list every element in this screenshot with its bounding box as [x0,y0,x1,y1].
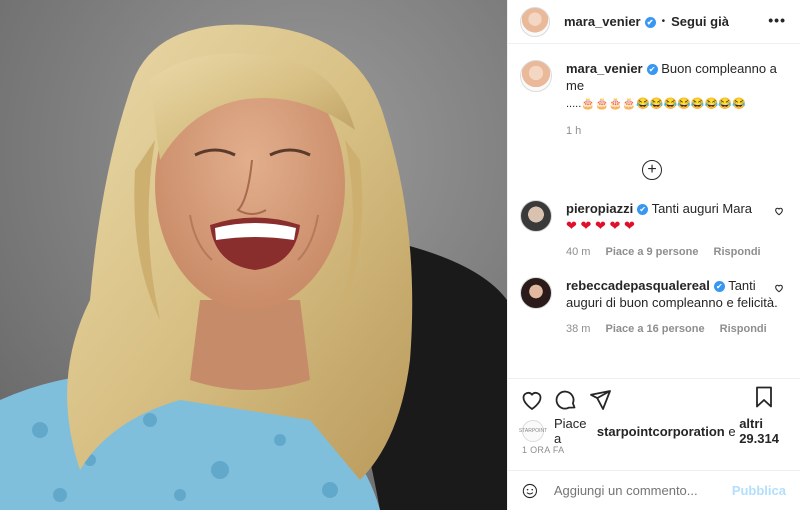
comment-item: rebeccadepasqualereal ✔ Tanti auguri di b… [520,277,784,338]
reply-button[interactable]: Rispondi [720,323,767,335]
comment-time[interactable]: 38 m [566,323,590,335]
liker-avatar[interactable]: STARPOINT [519,420,547,442]
verified-badge-icon: ✔ [646,64,658,75]
comment-text: Tanti auguri Mara [651,201,753,216]
comment-likes[interactable]: Piace a 16 persone [606,323,705,335]
comment-time[interactable]: 40 m [566,246,590,258]
comment-username[interactable]: pieropiazzi [566,201,633,216]
post-side-panel: mara_venier ✔ • Segui già ••• mara_venier… [507,0,800,510]
caption: mara_venier ✔ Buon compleanno a me .....🎂… [520,60,784,140]
share-paper-plane-icon[interactable] [588,388,612,412]
comment-username[interactable]: rebeccadepasqualereal [566,278,710,293]
comment-likes[interactable]: Piace a 9 persone [606,246,699,258]
commenter-avatar[interactable] [520,200,552,232]
likes-summary: STARPOINT Piace a starpointcorporation e… [519,416,800,446]
verified-badge-icon: ✔ [637,204,649,215]
commenter-avatar[interactable] [520,277,552,309]
emoji-smiley-icon[interactable] [522,480,538,502]
bookmark-icon[interactable] [752,385,776,409]
instagram-post: mara_venier ✔ • Segui già ••• mara_venier… [0,0,800,510]
following-button[interactable]: Segui già [671,14,729,29]
publish-button[interactable]: Pubblica [732,483,786,498]
post-photo[interactable] [0,0,507,510]
post-actions [508,378,800,411]
reply-button[interactable]: Rispondi [714,246,761,258]
comments-section: mara_venier ✔ Buon compleanno a me .....🎂… [508,44,800,378]
like-heart-icon[interactable] [520,388,544,412]
comment-input[interactable] [551,482,732,499]
header-separator: • [661,16,666,27]
load-more-comments[interactable]: + [520,160,784,180]
likes-count[interactable]: altri 29.314 [739,416,800,446]
caption-avatar[interactable] [520,60,552,92]
like-comment-heart-icon[interactable] [774,206,784,216]
comment-bubble-icon[interactable] [554,388,578,412]
post-header: mara_venier ✔ • Segui già ••• [508,0,800,44]
author-avatar[interactable] [520,6,550,37]
comment-item: pieropiazzi ✔ Tanti auguri Mara ❤ ❤ ❤ ❤ ❤… [520,200,784,261]
verified-badge-icon: ✔ [713,281,725,292]
verified-badge-icon: ✔ [644,17,656,28]
add-comment-bar: Pubblica [508,470,800,510]
caption-emoji: .....🎂🎂🎂🎂😂😂😂😂😂😂😂😂 [566,98,746,110]
like-comment-heart-icon[interactable] [774,283,784,293]
plus-circle-icon[interactable]: + [642,160,662,180]
liker-username[interactable]: starpointcorporation [597,424,725,439]
portrait-illustration [0,0,507,510]
caption-username[interactable]: mara_venier [566,61,643,76]
post-timestamp[interactable]: 1 ORA FA [522,445,564,455]
comment-hearts: ❤ ❤ ❤ ❤ ❤ [566,218,635,233]
caption-time[interactable]: 1 h [566,125,581,137]
author-username[interactable]: mara_venier ✔ [564,14,656,29]
more-options-icon[interactable]: ••• [768,12,786,28]
